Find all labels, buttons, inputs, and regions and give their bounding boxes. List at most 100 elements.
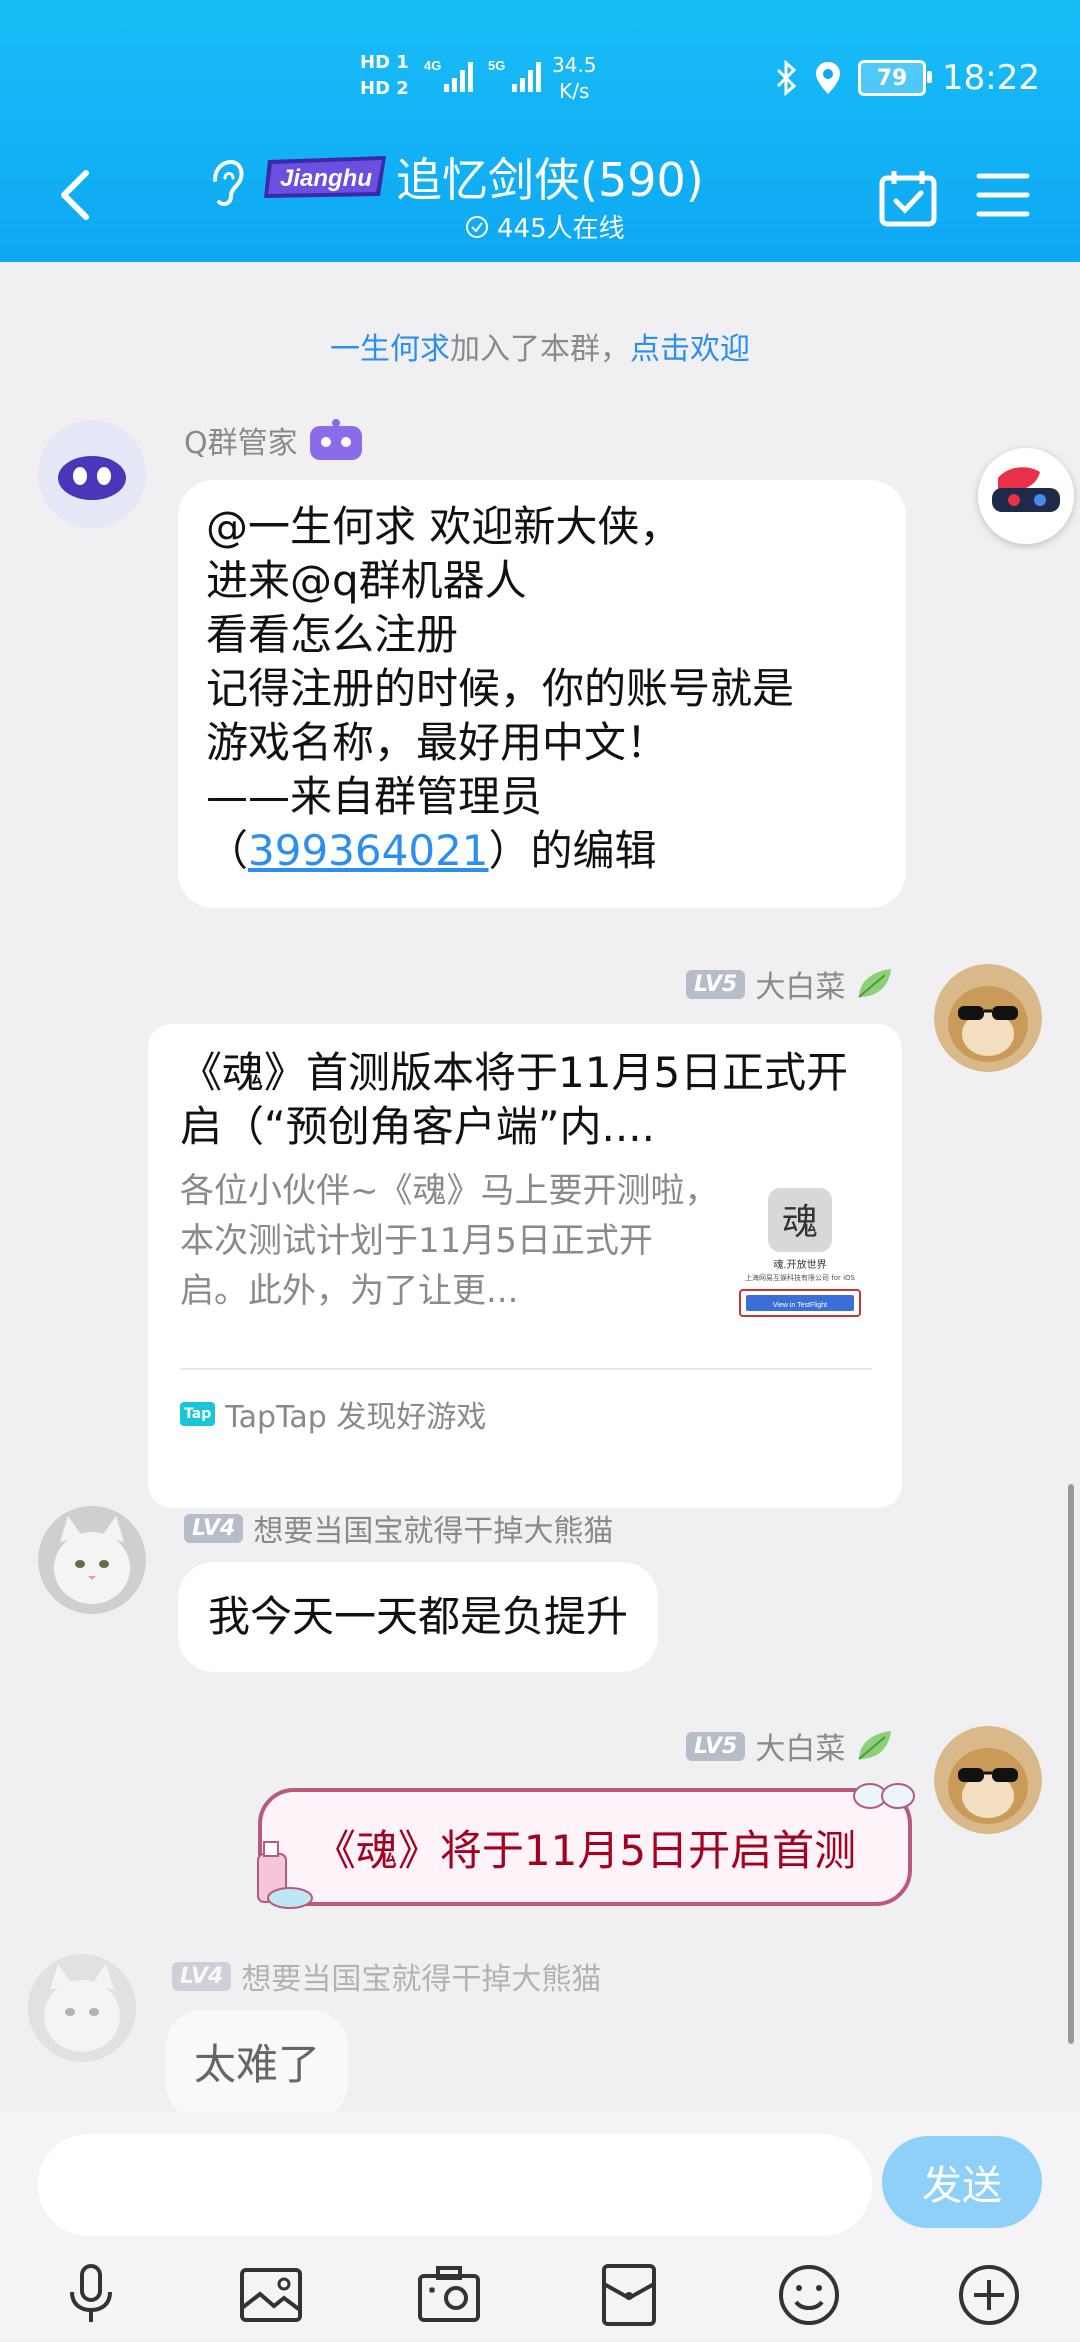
image-icon[interactable]: [238, 2262, 304, 2328]
network-speed: 34.5 K/s: [552, 52, 597, 104]
sender-name: Q群管家: [184, 426, 298, 461]
message-input[interactable]: [38, 2134, 872, 2236]
send-button[interactable]: 发送: [882, 2136, 1042, 2228]
panda1-message-bubble[interactable]: 我今天一天都是负提升: [178, 1562, 659, 1672]
group-badge-logo: Jianghu: [264, 156, 386, 198]
card-description: 各位小伙伴~《魂》马上要开测啦，本次测试计划于11月5日正式开启。此外，为了让更…: [180, 1171, 719, 1311]
status-bar: HD 1 HD 2 4G 5G 34.5 K/s 79 18:22: [0, 40, 1080, 120]
svg-text:魂: 魂: [782, 1202, 818, 1243]
joined-user-link[interactable]: 一生何求: [330, 332, 450, 367]
battery-level: 79: [876, 65, 908, 91]
level-badge: LV4: [172, 1961, 232, 1991]
nav-bar: Jianghu 追忆剑侠(590) 445人在线: [0, 140, 1080, 250]
message-list[interactable]: 一生何求加入了本群，点击欢迎 Q群管家 @一生何求 欢迎新大侠， 进来@q群机器…: [0, 262, 1080, 2112]
special-bubble[interactable]: 《魂》将于11月5日开启首测: [258, 1788, 912, 1906]
level-badge: LV5: [686, 1731, 746, 1761]
online-count-label: 445人在线: [497, 214, 625, 244]
red-packet-icon[interactable]: [596, 2262, 662, 2328]
paren-open: （: [206, 826, 249, 875]
group-title[interactable]: 追忆剑侠(590): [396, 144, 704, 210]
bot-line: 记得注册的时候，你的账号就是: [206, 664, 795, 713]
signal-5g-icon: 5G: [488, 58, 541, 92]
svg-text:4G: 4G: [424, 58, 441, 73]
card-thumbnail: 魂 魂.开放世界 上海网易互娱科技有限公司 for iOS View in Te…: [730, 1184, 870, 1324]
welcome-link[interactable]: 点击欢迎: [630, 332, 750, 367]
goggles-decoration-icon: [853, 1783, 915, 1809]
sender-dabaicai: LV5 大白菜: [686, 962, 895, 1006]
card-source: Tap TapTap 发现好游戏: [180, 1392, 486, 1436]
link-card[interactable]: 《魂》首测版本将于11月5日正式开启（“预创角客户端”内.... 各位小伙伴~《…: [148, 1024, 902, 1508]
bot-line: 进来@q群机器人: [206, 556, 527, 605]
join-text: 加入了本群，: [450, 332, 630, 367]
check-circle-icon: [466, 215, 488, 238]
signal-4g-icon: 4G: [424, 58, 473, 92]
edit-suffix: ）的编辑: [488, 826, 657, 875]
scrollbar[interactable]: [1068, 1484, 1074, 2044]
sim-indicators: HD 1 HD 2: [360, 50, 409, 102]
panda1-message-text: 我今天一天都是负提升: [208, 1592, 629, 1641]
clock: 18:22: [942, 58, 1040, 98]
online-count: 445人在线: [465, 208, 625, 245]
sim1-label: HD 1: [360, 52, 409, 73]
cabbage-icon: [858, 1731, 892, 1760]
robot-avatar-icon: [38, 420, 146, 528]
cabbage-icon: [858, 969, 892, 998]
svg-text:View in TestFlight: View in TestFlight: [773, 1302, 827, 1309]
chat-header: HD 1 HD 2 4G 5G 34.5 K/s 79 18:22 Jiangh…: [0, 0, 1080, 262]
speed-unit: K/s: [559, 79, 590, 103]
status-right: 79 18:22: [774, 58, 1040, 98]
svg-text:上海网易互娱科技有限公司 for iOS: 上海网易互娱科技有限公司 for iOS: [745, 1273, 856, 1282]
bot-line: 游戏名称，最好用中文！: [206, 718, 669, 767]
bluetooth-icon: [776, 60, 797, 96]
sender-name: 大白菜: [755, 1732, 846, 1767]
sender-name: 大白菜: [755, 970, 846, 1005]
floating-game-button-icon[interactable]: [978, 448, 1074, 544]
menu-icon[interactable]: [976, 170, 1030, 220]
special-message-text: 《魂》将于11月5日开启首测: [313, 1825, 857, 1875]
bot-badge-icon: [309, 419, 362, 460]
panda2-message-bubble[interactable]: 太难了: [166, 2010, 349, 2112]
bot-line-last: （399364021）的编辑: [206, 824, 896, 878]
calendar-check-icon[interactable]: [878, 168, 938, 228]
sender-name: 想要当国宝就得干掉大熊猫: [253, 1514, 614, 1549]
input-area: 发送: [0, 2112, 1080, 2340]
avatar-qbot[interactable]: [38, 420, 146, 528]
emoji-icon[interactable]: [776, 2262, 842, 2328]
avatar-panda1[interactable]: [38, 1506, 146, 1614]
panda2-message-text: 太难了: [194, 2040, 321, 2089]
camera-icon[interactable]: [416, 2262, 482, 2328]
sender-panda1: LV4 想要当国宝就得干掉大熊猫: [184, 1506, 613, 1550]
sender-dabaicai-2: LV5 大白菜: [686, 1724, 895, 1768]
game-thumbnail-icon: 魂 魂.开放世界 上海网易互娱科技有限公司 for iOS View in Te…: [739, 1188, 861, 1317]
bot-line: 看看怎么注册: [206, 610, 459, 659]
card-divider: [180, 1368, 872, 1370]
microphone-icon[interactable]: [58, 2262, 124, 2328]
qq-number-link[interactable]: 399364021: [248, 826, 489, 875]
avatar-dabaicai-2[interactable]: [934, 1726, 1042, 1834]
monkey-sunglasses-avatar-icon: [934, 1726, 1042, 1834]
speed-value: 34.5: [552, 53, 597, 77]
level-badge: LV4: [184, 1513, 244, 1543]
bot-line: @一生何求 欢迎新大侠，: [206, 502, 682, 551]
svg-text:魂.开放世界: 魂.开放世界: [773, 1258, 826, 1271]
bot-message-bubble[interactable]: @一生何求 欢迎新大侠， 进来@q群机器人 看看怎么注册 记得注册的时候，你的账…: [178, 480, 906, 908]
sender-qbot: Q群管家: [184, 418, 364, 462]
taptap-icon: Tap: [180, 1402, 216, 1426]
white-cat-avatar-icon: [38, 1506, 146, 1614]
sender-panda2: LV4 想要当国宝就得干掉大熊猫: [172, 1954, 601, 1998]
level-badge: LV5: [686, 969, 746, 999]
plus-icon[interactable]: [956, 2262, 1022, 2328]
sender-name: 想要当国宝就得干掉大熊猫: [241, 1962, 602, 1997]
card-title: 《魂》首测版本将于11月5日正式开启（“预创角客户端”内....: [180, 1048, 849, 1151]
avatar-panda2[interactable]: [28, 1954, 136, 2062]
bot-message-text: @一生何求 欢迎新大侠， 进来@q群机器人 看看怎么注册 记得注册的时候，你的账…: [206, 500, 896, 878]
input-toolbar: [0, 2252, 1080, 2342]
avatar-dabaicai[interactable]: [934, 964, 1042, 1072]
location-icon: [816, 62, 841, 94]
white-cat-avatar-icon: [28, 1954, 136, 2062]
svg-text:5G: 5G: [488, 58, 505, 73]
back-arrow-icon[interactable]: [50, 165, 100, 225]
monkey-sunglasses-avatar-icon: [934, 964, 1042, 1072]
cleaning-bottle-decoration-icon: [257, 1841, 313, 1909]
ear-icon[interactable]: [205, 158, 247, 210]
